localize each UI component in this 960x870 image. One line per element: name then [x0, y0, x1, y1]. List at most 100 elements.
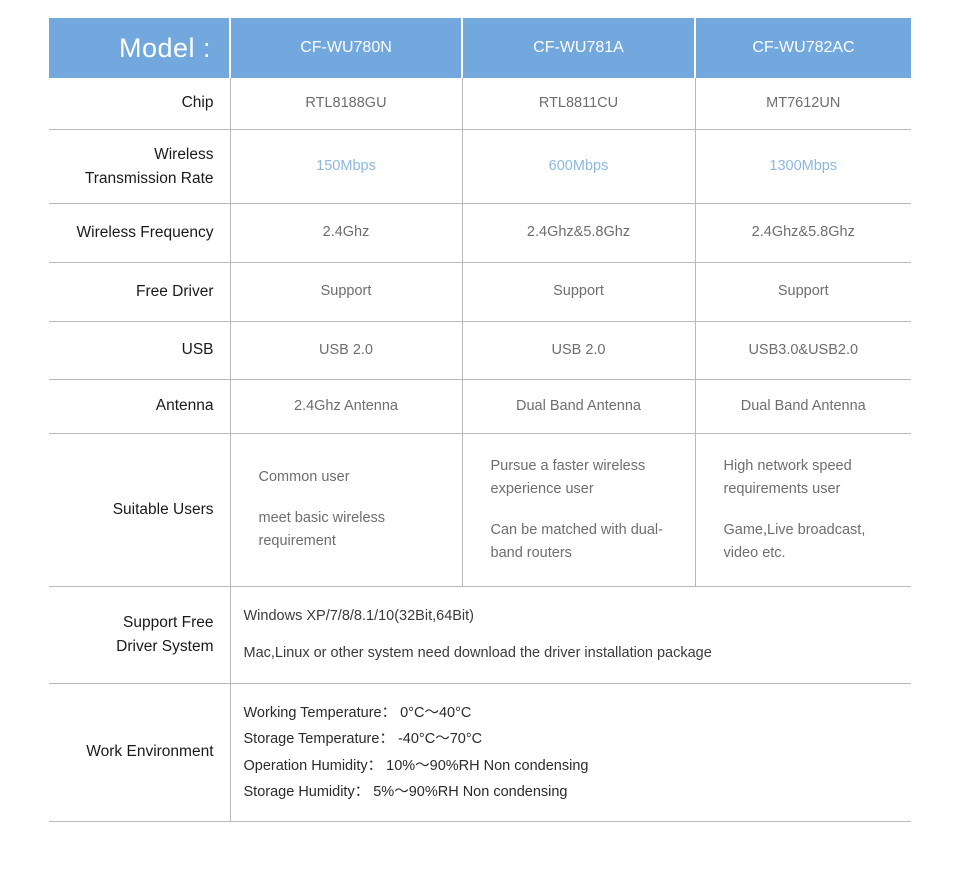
table-row-support-free-driver-system: Support Free Driver System Windows XP/7/…	[49, 586, 912, 684]
row-label-free-driver: Free Driver	[135, 282, 214, 300]
cell-suitable-users-3: High network speed requirements user Gam…	[694, 433, 912, 587]
driver-system-text: Windows XP/7/8/8.1/10(32Bit,64Bit) Mac,L…	[231, 606, 912, 663]
row-label-line-2: Transmission Rate	[84, 169, 214, 187]
cell-usb-1: USB 2.0	[229, 321, 462, 380]
row-label-cell-suitable-users: Suitable Users	[49, 433, 230, 587]
row-label-work-environment: Work Environment	[86, 743, 214, 761]
cell-value: RTL8811CU	[538, 94, 619, 111]
row-label-cell-wireless-frequency: Wireless Frequency	[49, 203, 230, 263]
cell-value: 2.4Ghz	[322, 224, 370, 241]
table-row-suitable-users: Suitable Users Common user meet basic wi…	[49, 433, 912, 587]
cell-usb-3: USB3.0&USB2.0	[694, 321, 911, 380]
cell-frequency-1: 2.4Ghz	[229, 203, 462, 263]
cell-chip-3: MT7612UN	[694, 78, 911, 130]
work-environment-line-2: Storage Temperature： -40°C～70°C	[243, 731, 483, 748]
cell-value: 600Mbps	[548, 157, 609, 174]
header-model-label-cell: Model :	[49, 18, 230, 78]
paragraph: Common user	[258, 469, 350, 486]
cell-frequency-2: 2.4Ghz&5.8Ghz	[461, 203, 695, 263]
header-model-1: CF-WU780N	[229, 18, 462, 78]
cell-value: 2.4Ghz&5.8Ghz	[526, 224, 631, 241]
table-header-row: Model : CF-WU780N CF-WU781A CF-WU782AC	[49, 18, 911, 78]
suitable-users-text-2: Pursue a faster wireless experience user…	[463, 455, 695, 566]
table-row-chip: Chip RTL8188GU RTL8811CU MT7612UN	[49, 78, 911, 130]
row-label-suitable-users: Suitable Users	[112, 500, 214, 518]
work-environment-line-1: Working Temperature： 0°C～40°C	[243, 704, 472, 721]
header-model-2: CF-WU781A	[461, 18, 695, 78]
row-label-line-1: Wireless	[154, 145, 214, 163]
cell-free-driver-3: Support	[694, 262, 911, 322]
cell-value: Dual Band Antenna	[740, 397, 866, 414]
cell-value: 1300Mbps	[769, 157, 838, 174]
paragraph: Can be matched with dual-band routers	[490, 521, 664, 561]
cell-chip-2: RTL8811CU	[461, 78, 695, 130]
model-name-1: CF-WU780N	[300, 39, 392, 56]
model-name-3: CF-WU782AC	[752, 39, 855, 56]
product-spec-sheet: Model : CF-WU780N CF-WU781A CF-WU782AC C…	[0, 0, 960, 870]
table-row-wireless-frequency: Wireless Frequency 2.4Ghz 2.4Ghz&5.8Ghz …	[49, 203, 911, 263]
suitable-users-text-1: Common user meet basic wireless requirem…	[231, 466, 462, 553]
cell-frequency-3: 2.4Ghz&5.8Ghz	[694, 203, 911, 263]
specification-table: Model : CF-WU780N CF-WU781A CF-WU782AC C…	[49, 18, 911, 822]
cell-value: 150Mbps	[316, 157, 376, 174]
cell-support-free-driver-system: Windows XP/7/8/8.1/10(32Bit,64Bit) Mac,L…	[229, 586, 912, 684]
row-label-cell-transmission-rate: Wireless Transmission Rate	[49, 129, 230, 204]
cell-value: USB3.0&USB2.0	[748, 341, 859, 358]
cell-value: USB 2.0	[551, 341, 606, 358]
cell-rate-1: 150Mbps	[229, 129, 462, 204]
table-row-work-environment: Work Environment Working Temperature： 0°…	[49, 683, 912, 822]
row-label-cell-work-environment: Work Environment	[49, 683, 230, 822]
header-model-3: CF-WU782AC	[694, 18, 911, 78]
cell-value: Support	[320, 283, 372, 300]
driver-system-line-1: Windows XP/7/8/8.1/10(32Bit,64Bit)	[243, 608, 475, 625]
suitable-users-text-3: High network speed requirements user Gam…	[696, 455, 912, 566]
cell-value: RTL8188GU	[305, 94, 387, 111]
cell-value: MT7612UN	[766, 94, 841, 111]
cell-chip-1: RTL8188GU	[229, 78, 462, 130]
cell-antenna-3: Dual Band Antenna	[694, 379, 911, 434]
model-name-2: CF-WU781A	[533, 39, 624, 56]
cell-rate-2: 600Mbps	[461, 129, 695, 204]
cell-suitable-users-2: Pursue a faster wireless experience user…	[461, 433, 695, 587]
work-environment-line-4: Storage Humidity： 5%～90%RH Non condensin…	[243, 783, 568, 800]
paragraph: High network speed requirements user	[723, 457, 852, 498]
page-title: Model :	[118, 32, 211, 63]
cell-value: USB 2.0	[319, 341, 373, 358]
cell-antenna-1: 2.4Ghz Antenna	[229, 379, 462, 434]
cell-free-driver-1: Support	[229, 262, 462, 322]
cell-rate-3: 1300Mbps	[694, 129, 911, 204]
row-label-usb: USB	[181, 341, 214, 359]
row-label-cell-usb: USB	[49, 321, 230, 380]
paragraph: Pursue a faster wireless experience user	[490, 457, 646, 498]
row-label-antenna: Antenna	[155, 397, 214, 415]
cell-value: Support	[553, 283, 604, 300]
row-label-chip: Chip	[181, 94, 214, 112]
paragraph: meet basic wireless requirement	[258, 509, 386, 550]
cell-free-driver-2: Support	[461, 262, 695, 322]
table-row-antenna: Antenna 2.4Ghz Antenna Dual Band Antenna…	[49, 379, 911, 434]
work-environment-line-3: Operation Humidity： 10%～90%RH Non conden…	[243, 757, 589, 774]
cell-antenna-2: Dual Band Antenna	[461, 379, 695, 434]
cell-value: 2.4Ghz Antenna	[294, 397, 398, 414]
table-row-transmission-rate: Wireless Transmission Rate 150Mbps 600Mb…	[49, 129, 911, 204]
work-environment-text: Working Temperature： 0°C～40°C Storage Te…	[231, 700, 912, 806]
row-label-transmission-rate: Wireless Transmission Rate	[49, 143, 230, 190]
table-row-free-driver: Free Driver Support Support Support	[49, 262, 911, 322]
cell-value: Support	[777, 283, 829, 300]
row-label-line-1: Support Free	[123, 614, 214, 632]
row-label-cell-support-free-driver-system: Support Free Driver System	[49, 586, 230, 684]
cell-value: 2.4Ghz&5.8Ghz	[751, 224, 855, 241]
row-label-cell-free-driver: Free Driver	[49, 262, 230, 322]
row-label-line-2: Driver System	[116, 638, 214, 655]
paragraph: Game,Live broadcast, video etc.	[723, 521, 866, 561]
cell-suitable-users-1: Common user meet basic wireless requirem…	[229, 433, 462, 587]
row-label-cell-chip: Chip	[49, 78, 230, 130]
row-label-support-free-driver-system: Support Free Driver System	[49, 611, 230, 658]
cell-usb-2: USB 2.0	[461, 321, 695, 380]
cell-work-environment: Working Temperature： 0°C～40°C Storage Te…	[229, 683, 912, 822]
table-row-usb: USB USB 2.0 USB 2.0 USB3.0&USB2.0	[49, 321, 911, 380]
driver-system-line-2: Mac,Linux or other system need download …	[243, 644, 712, 661]
row-label-wireless-frequency: Wireless Frequency	[76, 223, 214, 241]
cell-value: Dual Band Antenna	[516, 397, 641, 414]
row-label-cell-antenna: Antenna	[49, 379, 230, 434]
